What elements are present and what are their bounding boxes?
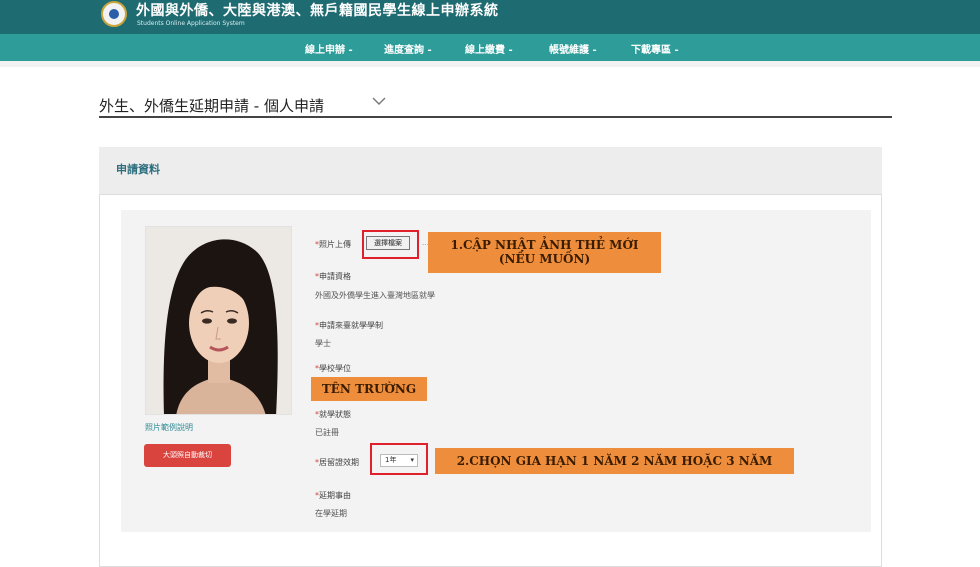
site-subtitle: Students Online Application System <box>137 20 245 27</box>
ministry-logo[interactable] <box>101 1 127 27</box>
nav-progress-query[interactable]: 進度查詢 - <box>384 41 432 56</box>
photo-upload-highlight <box>362 230 419 259</box>
qualification-label-text: 申請資格 <box>319 272 351 281</box>
degree-label: *申請來臺就學學制 <box>315 321 383 330</box>
reason-label-text: 延期事由 <box>319 491 351 500</box>
status-label-text: 就學狀態 <box>319 410 351 419</box>
duration-label: *居留證效期 <box>315 458 359 467</box>
annotation-update-photo-line1: 1.CẬP NHẬT ẢNH THẺ MỚI <box>450 238 639 252</box>
status-value: 已註冊 <box>315 428 339 437</box>
annotation-update-photo: 1.CẬP NHẬT ẢNH THẺ MỚI (NẾU MUỐN) <box>428 232 661 273</box>
chevron-down-icon[interactable] <box>371 94 387 108</box>
photo-example-link[interactable]: 照片範例說明 <box>145 422 193 433</box>
main-nav: 線上申辦 - 進度查詢 - 線上繳費 - 帳號維護 - 下載專區 - <box>0 34 980 61</box>
photo-upload-label-text: 照片上傳 <box>319 240 351 249</box>
duration-label-text: 居留證效期 <box>319 458 359 467</box>
panel-title: 申請資料 <box>116 163 160 176</box>
nav-shadow <box>0 61 980 67</box>
photo-upload-label: *照片上傳 <box>315 240 351 249</box>
annotation-update-photo-line2: (NẾU MUỐN) <box>498 252 591 266</box>
duration-highlight <box>370 443 428 475</box>
annotation-choose-duration: 2.CHỌN GIA HẠN 1 NĂM 2 NĂM HOẶC 3 NĂM <box>435 448 794 474</box>
portrait-image <box>146 227 291 414</box>
auto-crop-button[interactable]: 大頭照自動裁切 <box>144 444 231 467</box>
school-label: *學校學位 <box>315 364 351 373</box>
reason-label: *延期事由 <box>315 491 351 500</box>
nav-online-apply[interactable]: 線上申辦 - <box>305 41 353 56</box>
annotation-school-name: TÊN TRƯỜNG <box>311 377 427 401</box>
qualification-value: 外國及外僑學生進入臺灣地區就學 <box>315 291 435 300</box>
reason-value: 在學延期 <box>315 509 347 518</box>
panel-header <box>99 147 882 195</box>
status-label: *就學狀態 <box>315 410 351 419</box>
page-title: 外生、外僑生延期申請 - 個人申請 <box>99 97 324 115</box>
nav-downloads[interactable]: 下載專區 - <box>631 41 679 56</box>
applicant-photo <box>145 226 292 415</box>
qualification-label: *申請資格 <box>315 272 351 281</box>
title-divider <box>99 116 892 118</box>
school-label-text: 學校學位 <box>319 364 351 373</box>
degree-label-text: 申請來臺就學學制 <box>319 321 383 330</box>
nav-online-payment[interactable]: 線上繳費 - <box>465 41 513 56</box>
nav-account[interactable]: 帳號維護 - <box>549 41 597 56</box>
site-title: 外國與外僑、大陸與港澳、無戶籍國民學生線上申辦系統 <box>136 3 499 19</box>
degree-value: 學士 <box>315 339 331 348</box>
